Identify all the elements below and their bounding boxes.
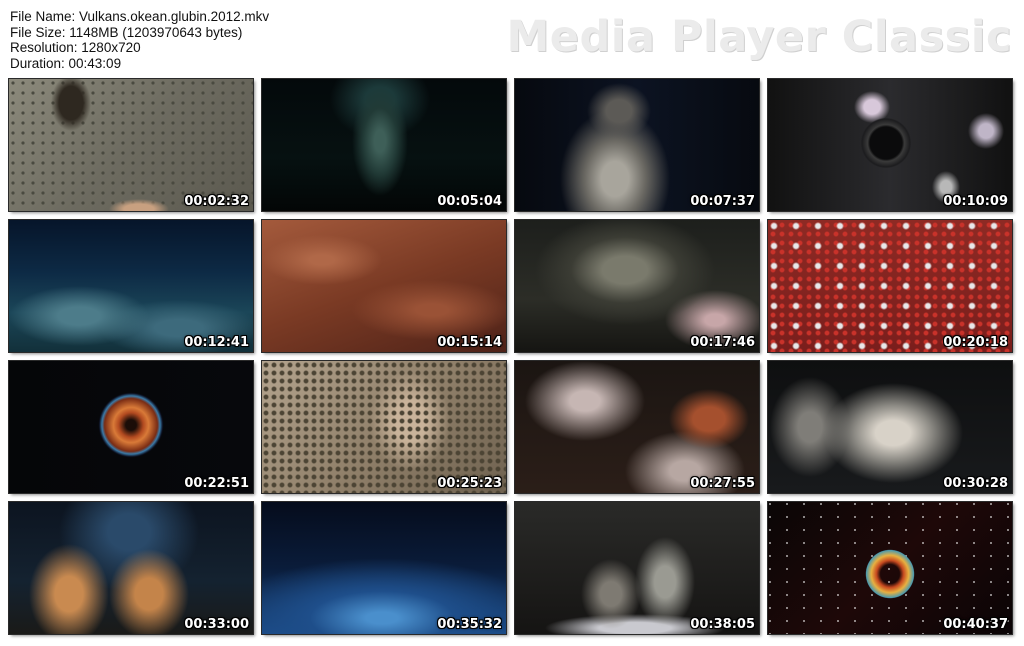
media-player-classic-watermark: Media Player Classic <box>506 12 1012 62</box>
frame-image <box>262 79 506 211</box>
video-thumbnail[interactable]: 00:15:14 <box>261 219 507 353</box>
thumbnail-timestamp: 00:35:32 <box>437 617 502 632</box>
video-thumbnail[interactable]: 00:05:04 <box>261 78 507 212</box>
frame-image <box>9 79 253 211</box>
frame-image <box>515 220 759 352</box>
thumbnail-timestamp: 00:38:05 <box>690 617 755 632</box>
frame-image <box>9 361 253 493</box>
frame-image <box>9 502 253 634</box>
frame-image <box>515 79 759 211</box>
video-thumbnail[interactable]: 00:07:37 <box>514 78 760 212</box>
thumbnail-timestamp: 00:10:09 <box>943 194 1008 209</box>
thumbnail-timestamp: 00:15:14 <box>437 335 502 350</box>
thumbnail-timestamp: 00:12:41 <box>184 335 249 350</box>
thumbnail-timestamp: 00:30:28 <box>943 476 1008 491</box>
file-info-block: File Name: Vulkans.okean.glubin.2012.mkv… <box>10 9 269 71</box>
video-thumbnail[interactable]: 00:02:32 <box>8 78 254 212</box>
frame-image <box>768 502 1012 634</box>
frame-image <box>768 220 1012 352</box>
frame-image <box>768 361 1012 493</box>
duration-text: Duration: 00:43:09 <box>10 55 122 71</box>
thumbnail-grid: 00:02:32 00:05:04 00:07:37 00:10:09 00:1… <box>8 78 1013 635</box>
thumbnail-timestamp: 00:20:18 <box>943 335 1008 350</box>
video-thumbnail[interactable]: 00:30:28 <box>767 360 1013 494</box>
thumbnail-timestamp: 00:17:46 <box>690 335 755 350</box>
thumbnail-timestamp: 00:05:04 <box>437 194 502 209</box>
frame-image <box>262 361 506 493</box>
thumbnail-timestamp: 00:22:51 <box>184 476 249 491</box>
frame-image <box>9 220 253 352</box>
video-thumbnail[interactable]: 00:35:32 <box>261 501 507 635</box>
thumbnail-timestamp: 00:40:37 <box>943 617 1008 632</box>
thumbnail-timestamp: 00:33:00 <box>184 617 249 632</box>
video-thumbnail[interactable]: 00:27:55 <box>514 360 760 494</box>
video-thumbnail[interactable]: 00:17:46 <box>514 219 760 353</box>
thumbnail-timestamp: 00:25:23 <box>437 476 502 491</box>
video-thumbnail[interactable]: 00:10:09 <box>767 78 1013 212</box>
frame-image <box>262 220 506 352</box>
resolution-text: Resolution: 1280x720 <box>10 40 141 56</box>
thumbnail-timestamp: 00:02:32 <box>184 194 249 209</box>
video-thumbnail[interactable]: 00:12:41 <box>8 219 254 353</box>
frame-image <box>768 79 1012 211</box>
thumbnail-timestamp: 00:27:55 <box>690 476 755 491</box>
frame-image <box>262 502 506 634</box>
file-size-text: File Size: 1148MB (1203970643 bytes) <box>10 24 243 40</box>
video-thumbnail[interactable]: 00:40:37 <box>767 501 1013 635</box>
frame-image <box>515 361 759 493</box>
thumbnail-timestamp: 00:07:37 <box>690 194 755 209</box>
video-thumbnail[interactable]: 00:33:00 <box>8 501 254 635</box>
video-thumbnail[interactable]: 00:20:18 <box>767 219 1013 353</box>
video-thumbnail[interactable]: 00:22:51 <box>8 360 254 494</box>
frame-image <box>515 502 759 634</box>
video-thumbnail[interactable]: 00:25:23 <box>261 360 507 494</box>
file-name-text: File Name: Vulkans.okean.glubin.2012.mkv <box>10 9 270 24</box>
video-thumbnail[interactable]: 00:38:05 <box>514 501 760 635</box>
